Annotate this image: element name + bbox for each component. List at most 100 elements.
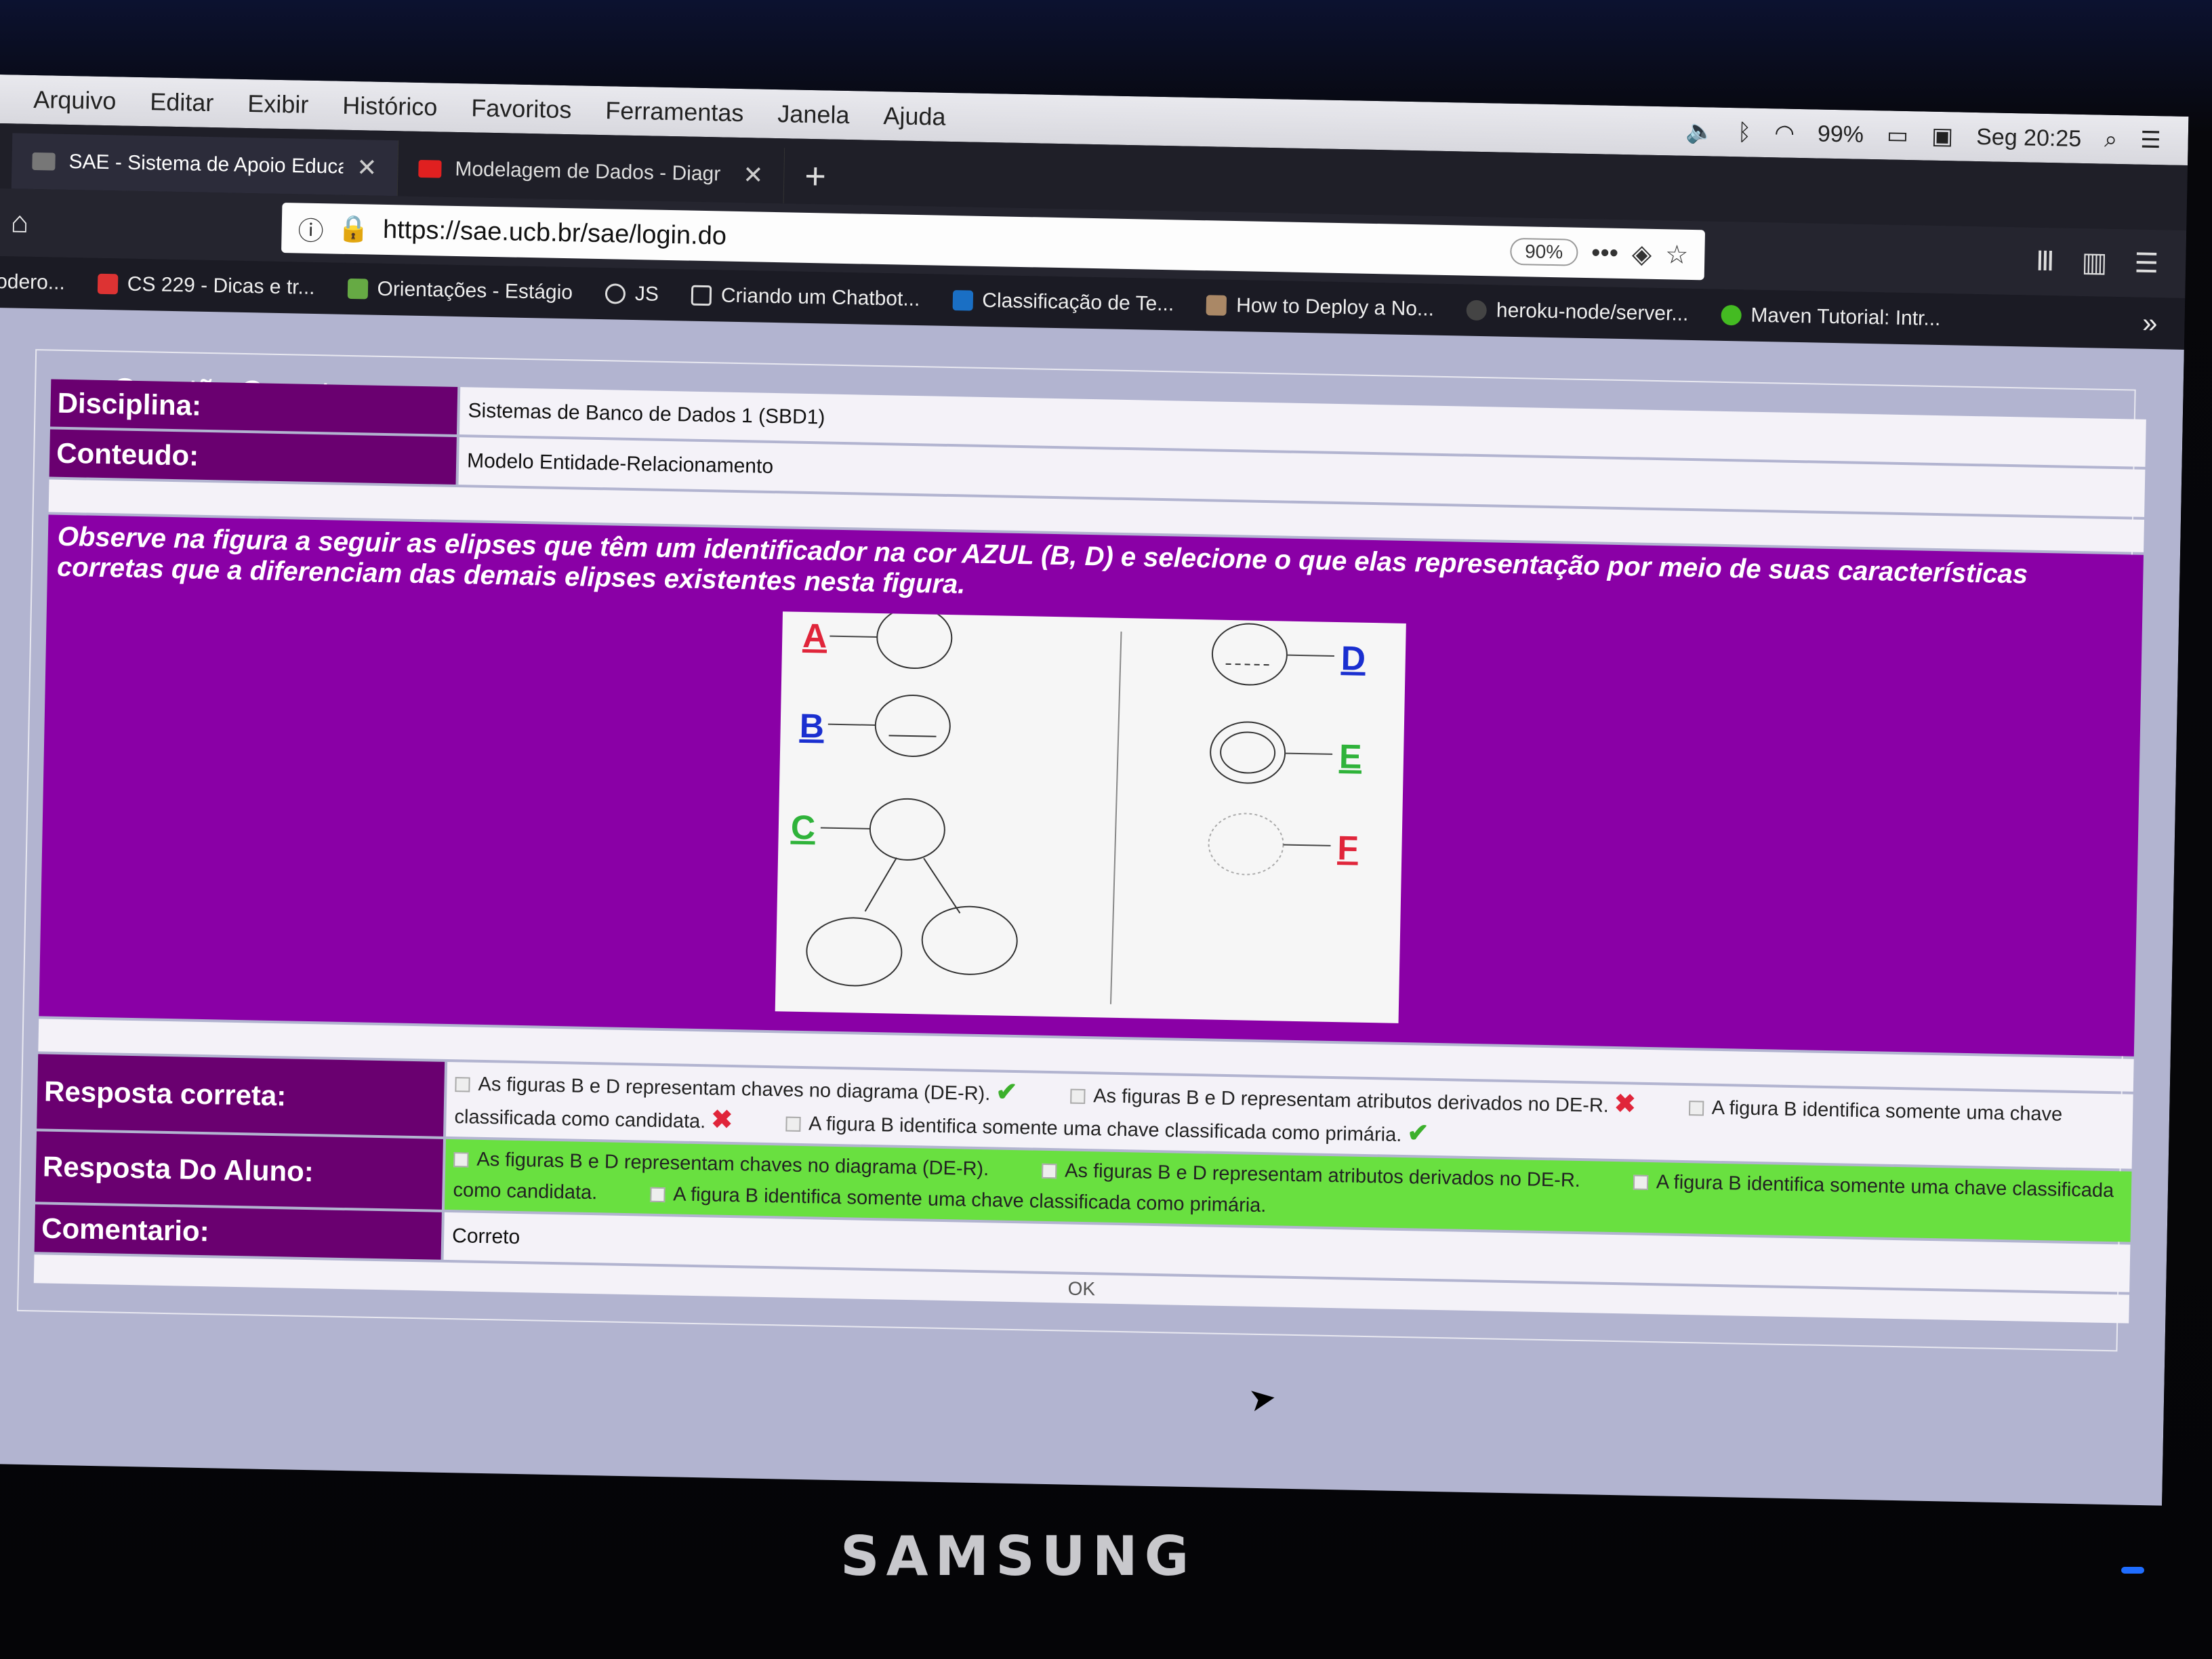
label-e: E xyxy=(1339,737,1362,776)
bookmark-favicon-icon xyxy=(691,285,712,306)
resposta-correta-label: Resposta correta: xyxy=(37,1054,445,1136)
tab-title: Modelagem de Dados - Diagr xyxy=(455,157,721,186)
library-icon[interactable]: Ⅲ xyxy=(2036,246,2055,278)
er-diagram: A B C D E F xyxy=(790,607,1366,1004)
menu-arquivo[interactable]: Arquivo xyxy=(33,85,117,115)
ellipse-f xyxy=(1208,813,1284,876)
student-option-2: As figuras B e D representam atributos d… xyxy=(1041,1160,1580,1191)
linkedin-icon xyxy=(952,290,973,311)
student-option-1: As figuras B e D representam chaves no d… xyxy=(453,1148,989,1180)
resposta-aluno-label: Resposta Do Aluno: xyxy=(35,1131,443,1210)
bookmark-star-icon[interactable]: ☆ xyxy=(1665,239,1689,270)
correct-check-icon: ✔ xyxy=(1407,1119,1429,1148)
bookmark-item[interactable]: odero... xyxy=(0,270,65,295)
url-text[interactable]: https://sae.ucb.br/sae/login.do xyxy=(383,215,1497,266)
hamburger-menu-icon[interactable]: ☰ xyxy=(2134,248,2159,280)
monitor-brand-logo: SAMSUNG xyxy=(840,1525,1196,1588)
bookmark-item[interactable]: How to Deploy a No... xyxy=(1206,293,1434,321)
notification-list-icon[interactable]: ☰ xyxy=(2140,127,2161,155)
menu-ajuda[interactable]: Ajuda xyxy=(883,102,946,131)
label-b: B xyxy=(799,707,824,745)
conteudo-label: Conteudo: xyxy=(49,429,457,485)
checkbox xyxy=(1688,1101,1704,1116)
menu-ferramentas[interactable]: Ferramentas xyxy=(605,96,744,127)
checkbox-checked xyxy=(650,1187,665,1203)
wifi-icon[interactable]: ◠ xyxy=(1774,119,1795,147)
ellipse-b xyxy=(874,695,951,758)
bookmark-favicon-icon xyxy=(1721,304,1742,326)
checkbox xyxy=(1041,1164,1057,1179)
spotlight-search-icon[interactable]: ⌕ xyxy=(2104,126,2118,152)
ellipse-c-child-2 xyxy=(921,905,1018,975)
checkbox-checked xyxy=(453,1152,469,1168)
label-f: F xyxy=(1337,829,1359,867)
correct-option-4: A figura B identifica somente uma chave … xyxy=(785,1113,1429,1148)
correct-check-icon: ✔ xyxy=(996,1078,1018,1107)
close-tab-icon[interactable]: ✕ xyxy=(356,153,377,182)
tab-modelagem[interactable]: Modelagem de Dados - Diagr ✕ xyxy=(397,140,785,204)
ellipse-c xyxy=(869,798,945,861)
bookmark-item[interactable]: CS 229 - Dicas e tr... xyxy=(97,272,315,300)
power-led[interactable] xyxy=(2121,1567,2144,1574)
wrong-x-icon: ✖ xyxy=(1614,1090,1637,1119)
mouse-cursor-icon: ➤ xyxy=(1246,1379,1279,1419)
wrong-x-icon: ✖ xyxy=(711,1105,733,1135)
youtube-favicon-icon xyxy=(418,159,442,178)
battery-icon[interactable]: ▭ xyxy=(1887,121,1909,149)
bookmark-favicon-icon xyxy=(347,278,368,300)
new-tab-plus-icon[interactable]: + xyxy=(784,148,847,205)
checkbox-checked xyxy=(455,1077,470,1092)
pocket-icon[interactable]: ◈ xyxy=(1632,239,1652,270)
bookmark-item[interactable]: Criando um Chatbot... xyxy=(691,284,920,311)
info-icon[interactable]: ⓘ xyxy=(298,209,324,247)
toolbar-right: Ⅲ ▥ ☰ xyxy=(2036,246,2186,280)
ellipse-d xyxy=(1211,623,1288,686)
menu-janela[interactable]: Janela xyxy=(777,100,850,129)
system-status: 🔈 ᛒ ◠ 99% ▭ ▣ Seg 20:25 ⌕ ☰ xyxy=(1685,118,2188,155)
flag-icon[interactable]: ▣ xyxy=(1931,123,1954,150)
checkbox-checked xyxy=(785,1116,801,1132)
tab-sae[interactable]: SAE - Sistema de Apoio Educa ✕ xyxy=(11,133,399,197)
clock[interactable]: Seg 20:25 xyxy=(1976,124,2082,152)
menu-exibir[interactable]: Exibir xyxy=(247,89,309,119)
volume-icon[interactable]: 🔈 xyxy=(1685,118,1715,146)
ellipse-a xyxy=(876,607,953,670)
page-content: Questão Correta Disciplina: Sistemas de … xyxy=(0,307,2184,1506)
menu-editar[interactable]: Editar xyxy=(150,87,214,117)
zoom-level[interactable]: 90% xyxy=(1509,237,1578,266)
bluetooth-icon[interactable]: ᛒ xyxy=(1738,119,1752,146)
github-icon xyxy=(1466,300,1488,321)
bookmarks-overflow-chevron-icon[interactable]: » xyxy=(2142,308,2185,339)
correct-option-2: As figuras B e D representam atributos d… xyxy=(1070,1085,1637,1119)
bookmark-item[interactable]: Maven Tutorial: Intr... xyxy=(1721,304,1941,331)
ok-button[interactable]: OK xyxy=(1067,1278,1095,1300)
screen: Arquivo Editar Exibir Histórico Favorito… xyxy=(0,75,2189,1506)
globe-icon xyxy=(605,283,626,304)
ellipse-c-child-1 xyxy=(806,917,903,987)
bookmark-item[interactable]: heroku-node/server... xyxy=(1466,299,1689,326)
correct-option-1: As figuras B e D representam chaves no d… xyxy=(455,1073,1018,1107)
sae-favicon-icon xyxy=(32,152,56,171)
question-table: Disciplina: Sistemas de Banco de Dados 1… xyxy=(31,376,2149,1326)
checkbox xyxy=(1070,1088,1086,1105)
lock-warning-icon[interactable]: 🔒 xyxy=(337,214,369,245)
menu-favoritos[interactable]: Favoritos xyxy=(471,94,572,124)
label-c: C xyxy=(790,808,815,847)
battery-percent: 99% xyxy=(1817,121,1864,148)
label-d: D xyxy=(1340,639,1366,678)
monitor: Arquivo Editar Exibir Histórico Favorito… xyxy=(0,0,2212,1659)
sidebar-icon[interactable]: ▥ xyxy=(2081,247,2108,279)
home-icon[interactable]: ⌂ xyxy=(10,205,52,240)
checkbox xyxy=(1633,1174,1649,1191)
close-tab-icon[interactable]: ✕ xyxy=(743,161,764,190)
bookmark-favicon-icon xyxy=(97,273,119,295)
question-cell: Observe na figura a seguir as elipses qu… xyxy=(39,514,2144,1057)
tab-title: SAE - Sistema de Apoio Educa xyxy=(68,150,344,178)
er-figure: A B C D E F xyxy=(775,607,1406,1023)
bookmark-item[interactable]: Classificação de Te... xyxy=(952,289,1174,316)
more-actions-icon[interactable]: ••• xyxy=(1591,239,1619,268)
bookmark-favicon-icon xyxy=(1206,295,1227,316)
menu-historico[interactable]: Histórico xyxy=(342,91,438,122)
bookmark-item[interactable]: Orientações - Estágio xyxy=(347,277,573,304)
bookmark-item[interactable]: JS xyxy=(605,282,659,306)
